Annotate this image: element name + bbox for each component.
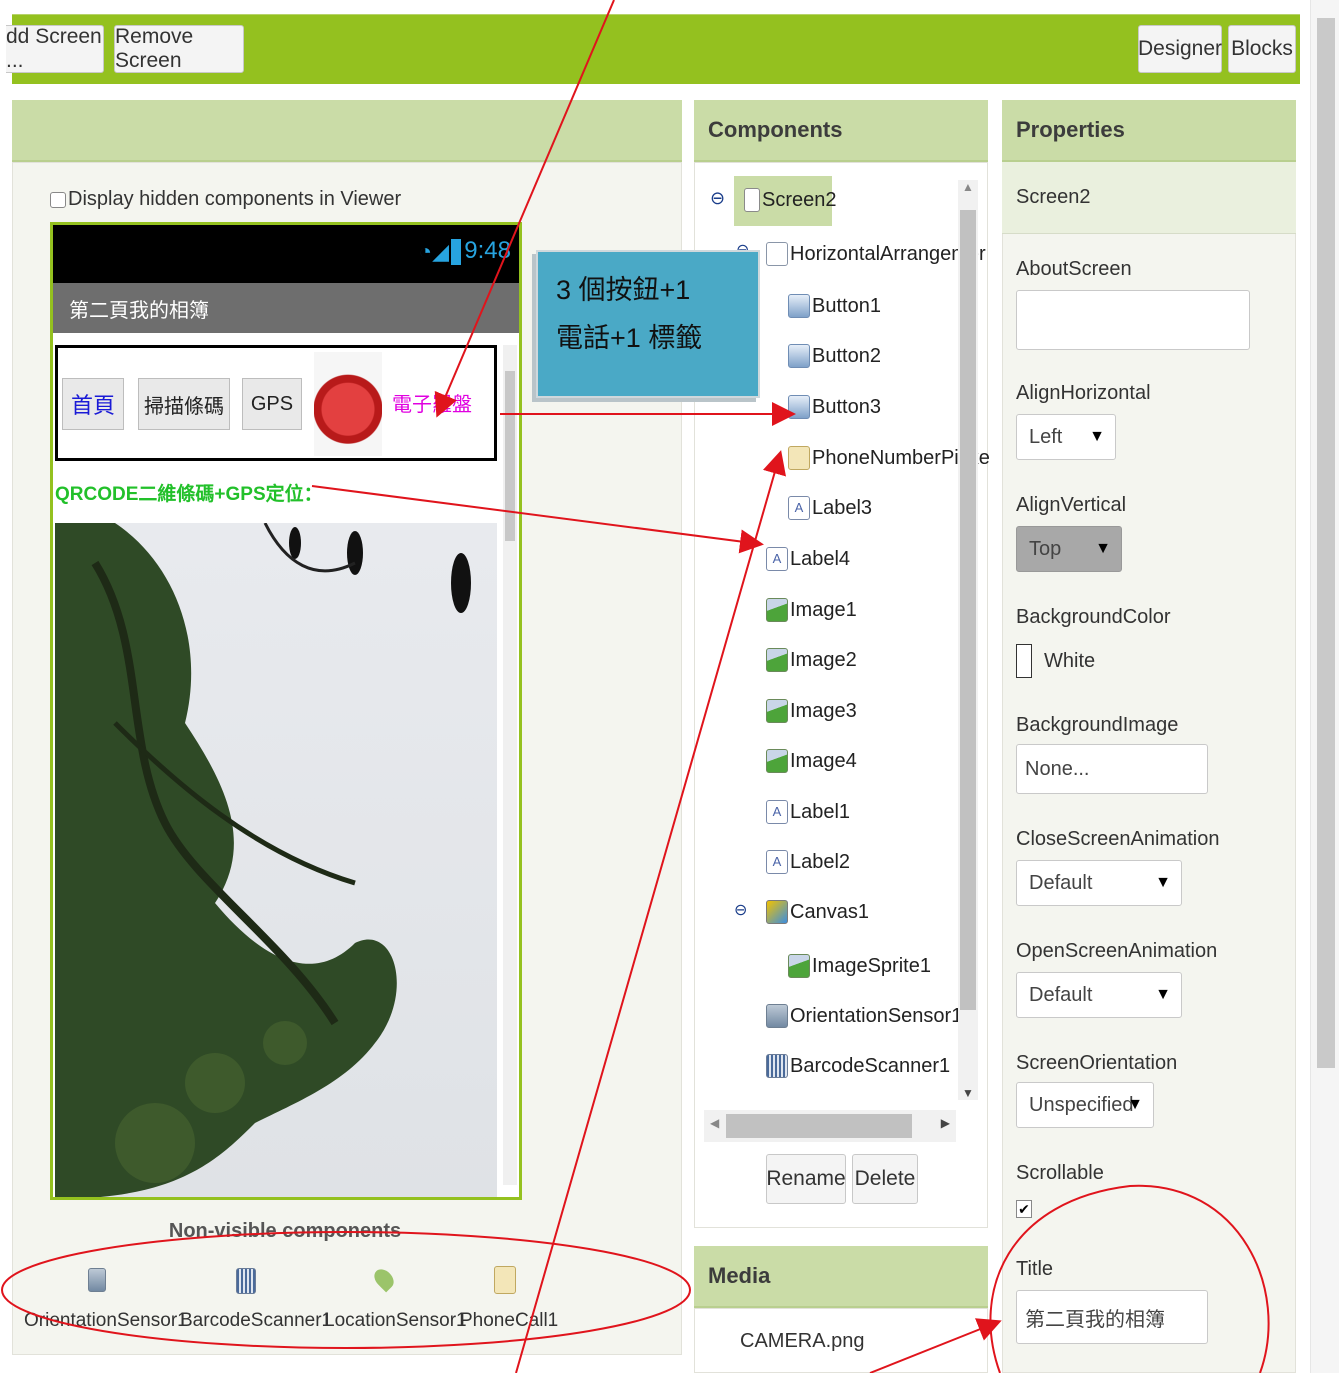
annotation-overlay <box>1 0 1270 1373</box>
annotation-arrow <box>434 0 615 418</box>
annotation-ellipse <box>1 1231 691 1349</box>
annotation-arrow <box>311 485 764 554</box>
annotation-arrow <box>515 450 787 1373</box>
annotation-arrow <box>869 1318 1002 1373</box>
annotation-ellipse <box>989 1184 1270 1373</box>
